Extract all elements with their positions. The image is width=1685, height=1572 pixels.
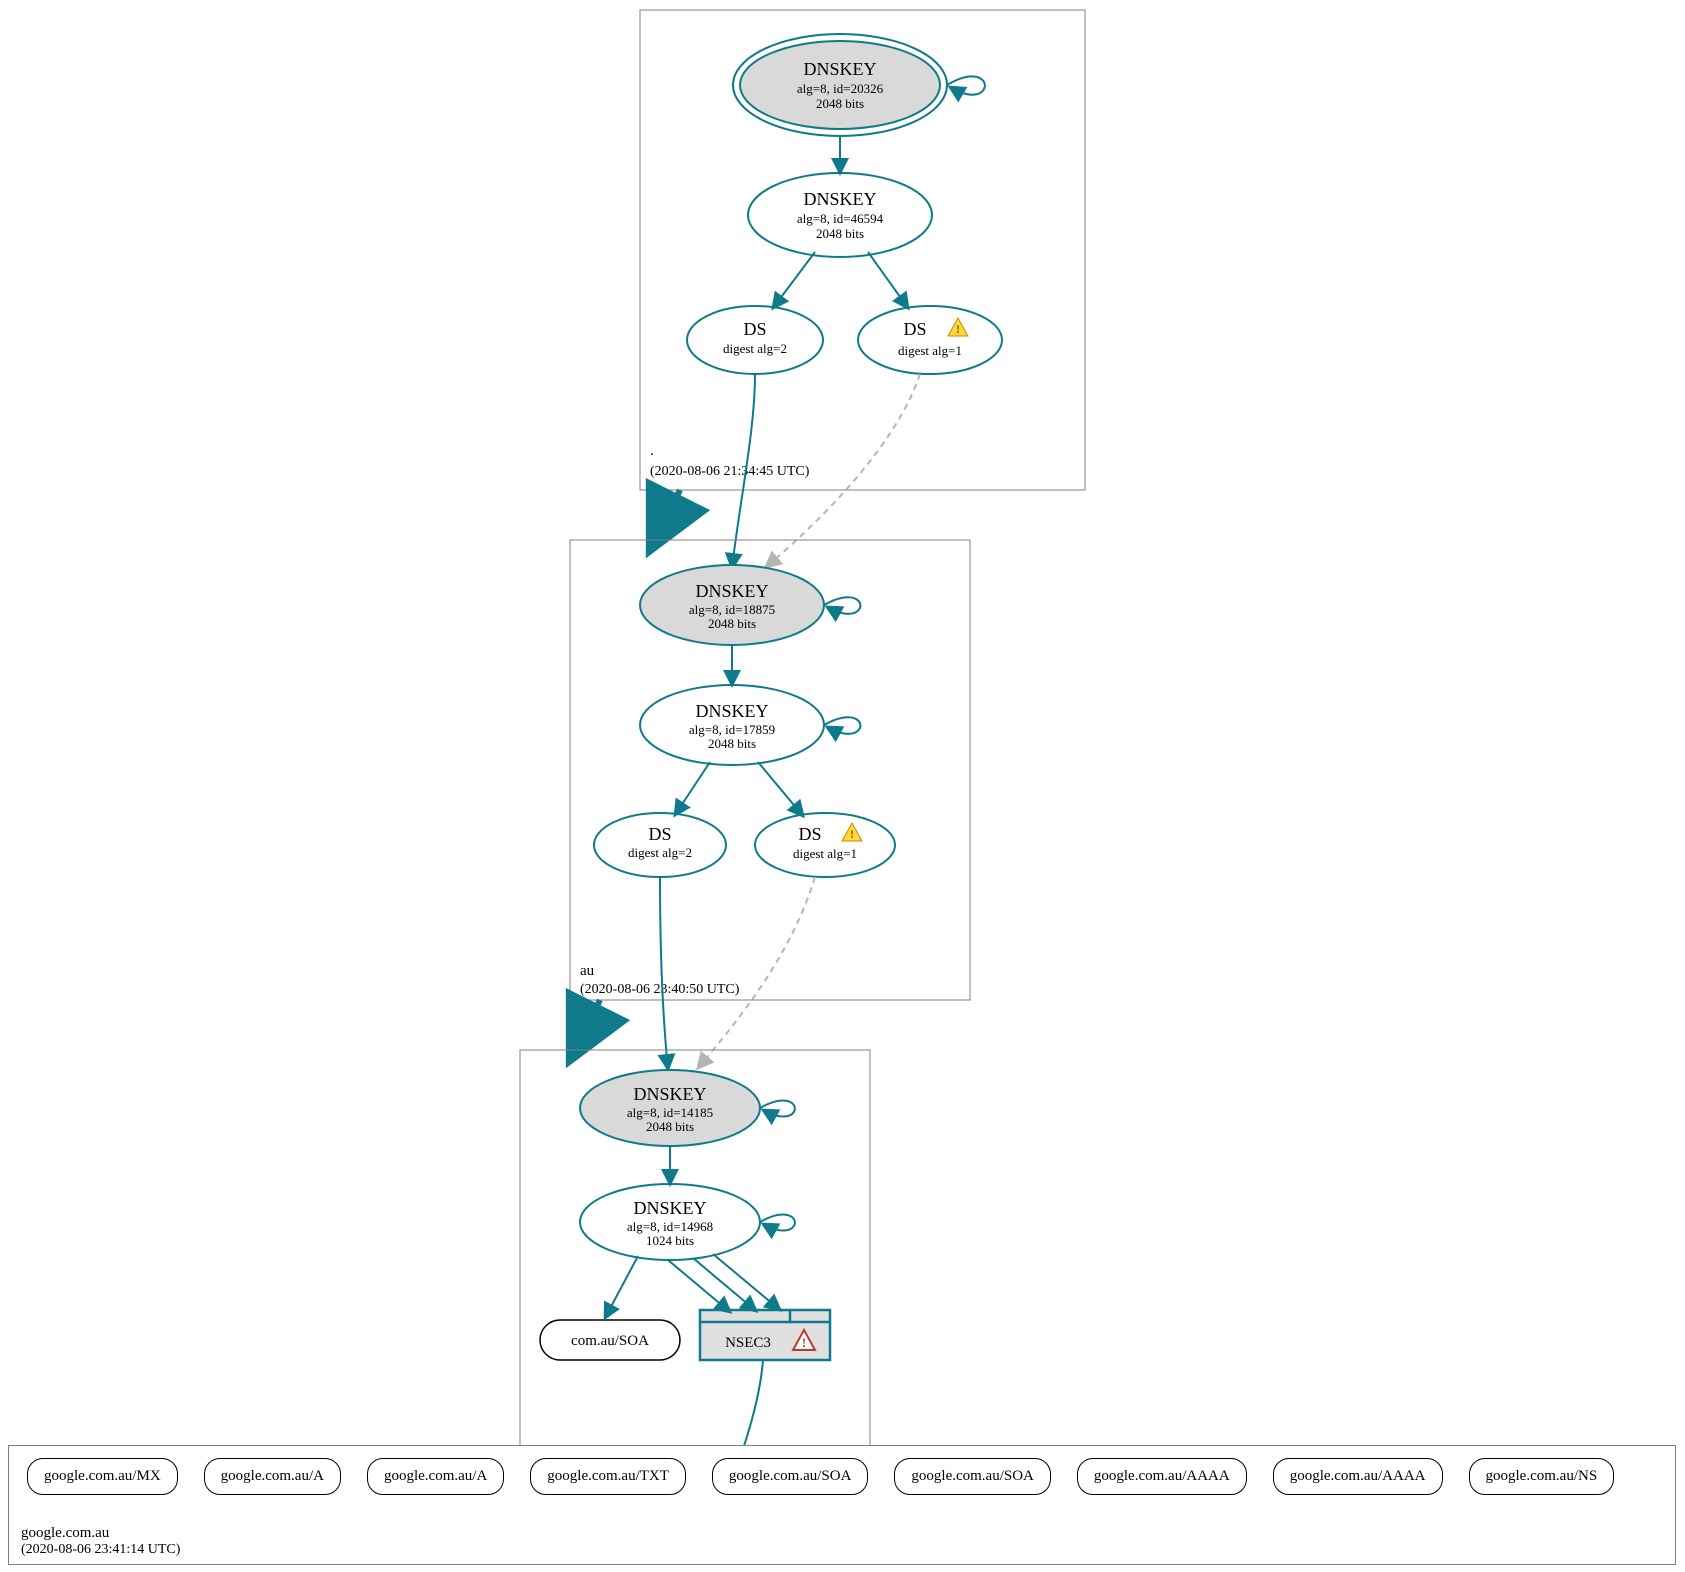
au-ksk-node[interactable]: DNSKEY alg=8, id=18875 2048 bits <box>640 565 824 645</box>
svg-text:DNSKEY: DNSKEY <box>803 189 876 209</box>
svg-text:alg=8, id=17859: alg=8, id=17859 <box>689 722 775 737</box>
svg-text:digest alg=1: digest alg=1 <box>793 846 857 861</box>
svg-text:2048 bits: 2048 bits <box>708 736 756 751</box>
zone-comau: com.au (2020-08-06 23:41:08 UTC) DNSKEY … <box>520 1050 870 1490</box>
svg-text:DNSKEY: DNSKEY <box>695 701 768 721</box>
svg-text:alg=8, id=20326: alg=8, id=20326 <box>797 81 884 96</box>
au-ds2-node[interactable]: DS digest alg=1 ! <box>755 813 895 877</box>
svg-text:DS: DS <box>648 824 671 844</box>
zone-google-box: google.com.au/MX google.com.au/A google.co… <box>8 1445 1676 1565</box>
comau-soa-node[interactable]: com.au/SOA <box>540 1320 680 1360</box>
svg-text:2048 bits: 2048 bits <box>816 96 864 111</box>
edge-root-to-au-zone <box>655 490 680 540</box>
svg-text:digest alg=2: digest alg=2 <box>723 341 787 356</box>
svg-text:alg=8, id=18875: alg=8, id=18875 <box>689 602 775 617</box>
edge-root-zsk-ds1 <box>773 252 815 308</box>
au-ksk-selfloop <box>824 597 860 614</box>
svg-text:!: ! <box>956 322 960 336</box>
svg-text:digest alg=1: digest alg=1 <box>898 343 962 358</box>
svg-text:2048 bits: 2048 bits <box>816 226 864 241</box>
svg-text:DS: DS <box>743 319 766 339</box>
edge-root-zsk-ds2 <box>868 252 908 308</box>
comau-nsec3-node[interactable]: NSEC3 ! <box>700 1310 830 1360</box>
record-node[interactable]: google.com.au/TXT <box>530 1458 686 1495</box>
root-ksk-node[interactable]: DNSKEY alg=8, id=20326 2048 bits <box>733 34 947 136</box>
comau-ksk-node[interactable]: DNSKEY alg=8, id=14185 2048 bits <box>580 1070 760 1146</box>
svg-text:1024 bits: 1024 bits <box>646 1233 694 1248</box>
edge-au-to-comau-zone <box>575 1000 600 1050</box>
root-ds2-node[interactable]: DS digest alg=1 ! <box>858 306 1002 374</box>
svg-text:!: ! <box>850 827 854 841</box>
au-zsk-node[interactable]: DNSKEY alg=8, id=17859 2048 bits <box>640 685 824 765</box>
svg-text:DS: DS <box>903 319 926 339</box>
record-node[interactable]: google.com.au/AAAA <box>1273 1458 1443 1495</box>
record-node[interactable]: google.com.au/SOA <box>712 1458 868 1495</box>
comau-zsk-node[interactable]: DNSKEY alg=8, id=14968 1024 bits <box>580 1184 760 1260</box>
svg-text:alg=8, id=14185: alg=8, id=14185 <box>627 1105 713 1120</box>
zone-google-ts: (2020-08-06 23:41:14 UTC) <box>21 1542 180 1558</box>
svg-text:2048 bits: 2048 bits <box>708 616 756 631</box>
au-ds1-node[interactable]: DS digest alg=2 <box>594 813 726 877</box>
record-node[interactable]: google.com.au/A <box>204 1458 341 1495</box>
record-node[interactable]: google.com.au/MX <box>27 1458 178 1495</box>
svg-text:2048 bits: 2048 bits <box>646 1119 694 1134</box>
svg-text:!: ! <box>802 1335 806 1350</box>
zone-au: au (2020-08-06 23:40:50 UTC) DNSKEY alg=… <box>570 540 970 1000</box>
record-node[interactable]: google.com.au/A <box>367 1458 504 1495</box>
svg-text:DS: DS <box>798 824 821 844</box>
zone-au-ts: (2020-08-06 23:40:50 UTC) <box>580 982 740 997</box>
svg-text:DNSKEY: DNSKEY <box>695 581 768 601</box>
svg-text:DNSKEY: DNSKEY <box>633 1084 706 1104</box>
svg-text:NSEC3: NSEC3 <box>725 1335 771 1351</box>
svg-text:alg=8, id=46594: alg=8, id=46594 <box>797 211 884 226</box>
svg-text:DNSKEY: DNSKEY <box>803 59 876 79</box>
svg-text:DNSKEY: DNSKEY <box>633 1198 706 1218</box>
record-node[interactable]: google.com.au/SOA <box>894 1458 1050 1495</box>
svg-text:digest alg=2: digest alg=2 <box>628 845 692 860</box>
record-node[interactable]: google.com.au/NS <box>1469 1458 1615 1495</box>
svg-text:alg=8, id=14968: alg=8, id=14968 <box>627 1219 713 1234</box>
root-zsk-node[interactable]: DNSKEY alg=8, id=46594 2048 bits <box>748 173 932 257</box>
root-ds1-node[interactable]: DS digest alg=2 <box>687 306 823 374</box>
record-node[interactable]: google.com.au/AAAA <box>1077 1458 1247 1495</box>
zone-au-label: au <box>580 963 595 979</box>
zone-google-label: google.com.au <box>21 1525 109 1542</box>
zone-root: . (2020-08-06 21:34:45 UTC) DNSKEY alg=8… <box>640 10 1085 490</box>
zone-root-label: . <box>650 443 654 459</box>
zone-root-ts: (2020-08-06 21:34:45 UTC) <box>650 464 810 479</box>
svg-text:com.au/SOA: com.au/SOA <box>571 1333 649 1349</box>
root-ksk-selfloop <box>947 76 985 94</box>
au-zsk-selfloop <box>824 717 860 734</box>
